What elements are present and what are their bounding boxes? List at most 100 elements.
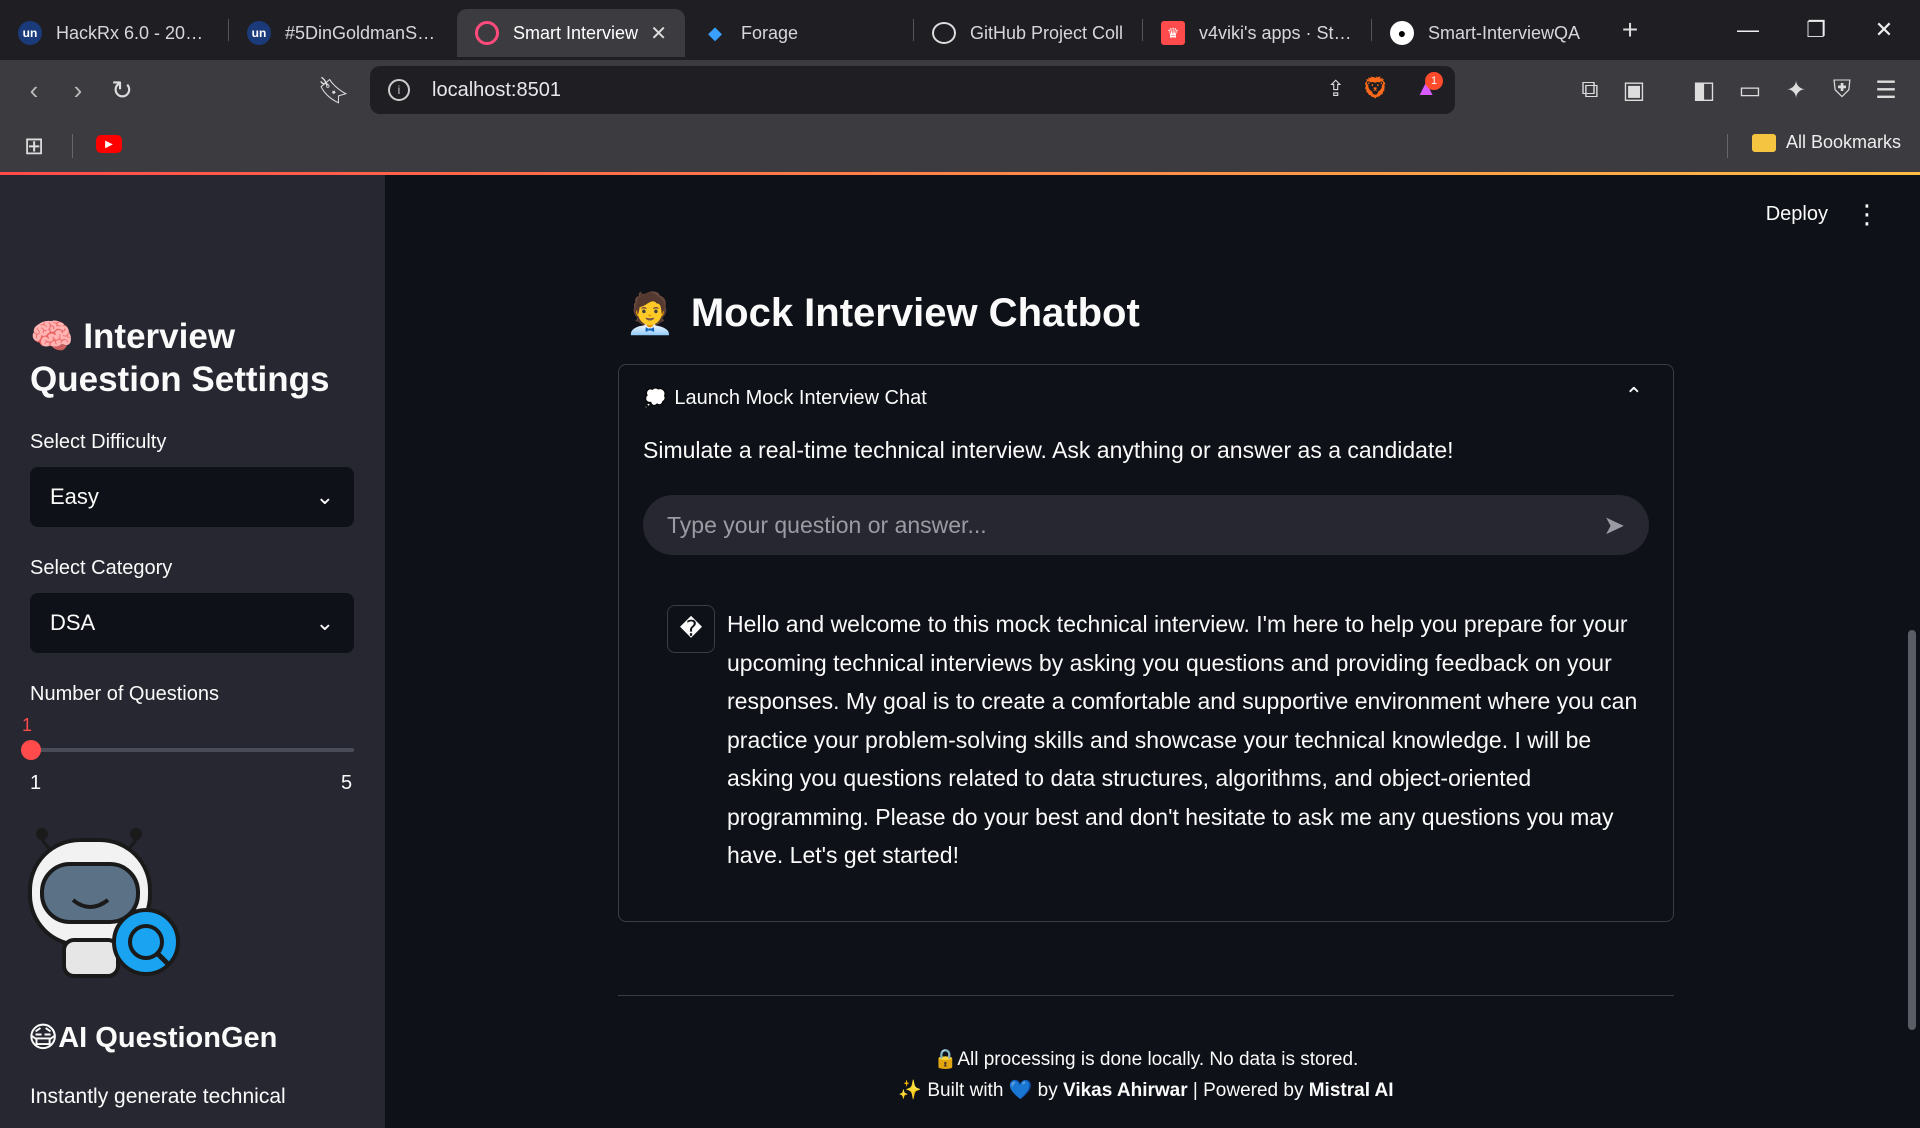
openai-icon bbox=[932, 22, 956, 44]
github-icon: ● bbox=[1390, 21, 1414, 45]
more-options-icon[interactable]: ⋮ bbox=[1854, 199, 1880, 230]
questions-slider-track[interactable] bbox=[30, 748, 354, 752]
extensions-icon[interactable]: ⧉ bbox=[1570, 70, 1610, 110]
sidebar-title-text: Interview Question Settings bbox=[30, 317, 330, 399]
powered-by-text: | Powered by bbox=[1192, 1080, 1304, 1101]
reload-icon[interactable]: ↻ bbox=[100, 68, 144, 112]
close-tab-icon[interactable]: ✕ bbox=[650, 21, 667, 46]
sparkles-text: ✨ Built with bbox=[898, 1080, 1004, 1101]
tab-forage[interactable]: ◆ Forage bbox=[685, 9, 913, 57]
scrollbar[interactable] bbox=[1908, 630, 1916, 1030]
app-description: Instantly generate technical bbox=[30, 1085, 286, 1108]
questions-label: Number of Questions bbox=[30, 683, 219, 705]
slider-current-value: 1 bbox=[22, 715, 33, 735]
expander-label: Launch Mock Interview Chat bbox=[674, 387, 927, 409]
chat-expander: 💭 Launch Mock Interview Chat ⌃ Simulate … bbox=[618, 364, 1674, 922]
chevron-up-icon[interactable]: ⌃ bbox=[1625, 383, 1643, 409]
browser-toolbar: ‹ › ↻ 🔖︎ i localhost:8501 ⇪ 🦁︎ ▲ 1 ⧉ ▣ ◧… bbox=[0, 60, 1920, 120]
mask-icon: 😷 bbox=[28, 1022, 59, 1054]
new-tab-button[interactable]: + bbox=[1610, 14, 1650, 46]
unstop-icon: un bbox=[18, 21, 42, 45]
assistant-avatar-icon: � bbox=[667, 605, 715, 653]
tab-github-repo[interactable]: ● Smart-InterviewQA bbox=[1372, 9, 1600, 57]
youtube-icon[interactable]: ▶ bbox=[96, 135, 122, 153]
apps-grid-icon[interactable]: ⊞ bbox=[24, 132, 44, 161]
slider-max: 5 bbox=[341, 772, 353, 794]
address-bar[interactable]: i localhost:8501 ⇪ 🦁︎ ▲ 1 bbox=[370, 66, 1455, 114]
category-label: Select Category bbox=[30, 557, 173, 579]
folder-icon bbox=[1752, 133, 1776, 152]
category-select[interactable]: DSA ⌄ bbox=[30, 593, 354, 653]
chat-input-box[interactable]: ➤ bbox=[643, 495, 1649, 555]
tab-label: Forage bbox=[741, 22, 799, 43]
all-bookmarks-label: All Bookmarks bbox=[1786, 132, 1902, 152]
streamlit-icon bbox=[475, 21, 499, 45]
tab-github-project[interactable]: GitHub Project Coll bbox=[914, 9, 1142, 57]
expander-description: Simulate a real-time technical interview… bbox=[643, 437, 1454, 463]
vpn-icon[interactable]: ⛨ bbox=[1822, 70, 1862, 110]
difficulty-label: Select Difficulty bbox=[30, 431, 167, 453]
assistant-message-text: Hello and welcome to this mock technical… bbox=[727, 611, 1638, 868]
bookmarks-bar: ⊞ ▶ All Bookmarks bbox=[0, 120, 1920, 172]
footer-credits: ✨ Built with 💙 by Vikas Ahirwar | Powere… bbox=[618, 1078, 1674, 1102]
slider-min: 1 bbox=[30, 772, 42, 794]
deploy-button[interactable]: Deploy bbox=[1766, 203, 1828, 226]
reader-icon[interactable]: ▣ bbox=[1614, 70, 1654, 110]
chevron-down-icon: ⌄ bbox=[315, 484, 334, 509]
tab-goldman[interactable]: un #5DinGoldmanSachs bbox=[229, 9, 457, 57]
tab-smart-interview[interactable]: Smart Interview ✕ bbox=[457, 9, 685, 57]
forward-icon[interactable]: › bbox=[56, 68, 100, 112]
close-window-button[interactable]: ✕ bbox=[1850, 0, 1918, 60]
unstop-icon: un bbox=[247, 21, 271, 45]
url-text: localhost:8501 bbox=[432, 78, 561, 101]
footer-privacy-note: 🔒All processing is done locally. No data… bbox=[933, 1049, 1359, 1070]
bookmark-icon[interactable]: 🔖︎ bbox=[312, 68, 356, 112]
sidebar-title: 🧠 Interview Question Settings bbox=[30, 315, 360, 401]
minimize-button[interactable]: — bbox=[1714, 0, 1782, 60]
expander-header[interactable]: 💭 Launch Mock Interview Chat bbox=[644, 387, 927, 410]
divider bbox=[72, 134, 73, 158]
tab-label: v4viki's apps · Strea bbox=[1199, 22, 1353, 43]
page-title: 🧑‍💼 Mock Interview Chatbot bbox=[625, 290, 1140, 337]
questions-slider-thumb[interactable] bbox=[21, 740, 41, 760]
difficulty-select[interactable]: Easy ⌄ bbox=[30, 467, 354, 527]
divider bbox=[618, 995, 1674, 996]
sidebar-toggle-icon[interactable]: ◧ bbox=[1684, 70, 1724, 110]
send-icon[interactable]: ➤ bbox=[1603, 510, 1625, 541]
tab-label: GitHub Project Coll bbox=[970, 22, 1124, 43]
category-value: DSA bbox=[50, 610, 96, 635]
ai-name: Mistral AI bbox=[1308, 1080, 1394, 1101]
tab-label: HackRx 6.0 - 2025 | bbox=[56, 22, 210, 43]
back-icon[interactable]: ‹ bbox=[12, 68, 56, 112]
thought-bubble-icon: 💭 bbox=[644, 388, 667, 408]
tab-hackrx[interactable]: un HackRx 6.0 - 2025 | bbox=[0, 9, 228, 57]
leo-ai-icon[interactable]: ✦ bbox=[1776, 70, 1816, 110]
main-content: Deploy ⋮ 🧑‍💼 Mock Interview Chatbot 💭 La… bbox=[385, 175, 1920, 1128]
tab-label: Smart-InterviewQA bbox=[1428, 22, 1581, 43]
brave-shield-icon[interactable]: 🦁︎ bbox=[1361, 75, 1389, 101]
tab-label: #5DinGoldmanSachs bbox=[285, 22, 439, 43]
sidebar: 🧠 Interview Question Settings Select Dif… bbox=[0, 175, 385, 1128]
notification-badge: 1 bbox=[1425, 72, 1443, 90]
chat-input[interactable] bbox=[667, 511, 1604, 539]
tab-label: Smart Interview bbox=[513, 22, 639, 43]
tab-streamlit-apps[interactable]: ♛ v4viki's apps · Strea bbox=[1143, 9, 1371, 57]
page-title-text: Mock Interview Chatbot bbox=[690, 291, 1140, 335]
robot-logo bbox=[28, 828, 180, 978]
app-name: AI QuestionGen bbox=[58, 1022, 278, 1054]
menu-icon[interactable]: ☰ bbox=[1866, 70, 1906, 110]
streamlit-crown-icon: ♛ bbox=[1161, 21, 1185, 45]
restore-button[interactable]: ❐ bbox=[1782, 0, 1850, 60]
brain-icon: 🧠 bbox=[30, 317, 74, 356]
share-icon[interactable]: ⇪ bbox=[1327, 76, 1345, 102]
app-name-heading: 😷AI QuestionGen bbox=[28, 1020, 277, 1055]
business-person-icon: 🧑‍💼 bbox=[625, 292, 675, 336]
author-name: Vikas Ahirwar bbox=[1062, 1080, 1188, 1101]
wallet-icon[interactable]: ▭ bbox=[1730, 70, 1770, 110]
heart-icon: 💙 bbox=[1008, 1080, 1033, 1101]
difficulty-value: Easy bbox=[50, 484, 99, 509]
all-bookmarks-button[interactable]: All Bookmarks bbox=[1752, 132, 1901, 153]
forage-icon: ◆ bbox=[708, 22, 722, 43]
by-text: by bbox=[1037, 1080, 1058, 1101]
site-info-icon[interactable]: i bbox=[388, 79, 410, 101]
